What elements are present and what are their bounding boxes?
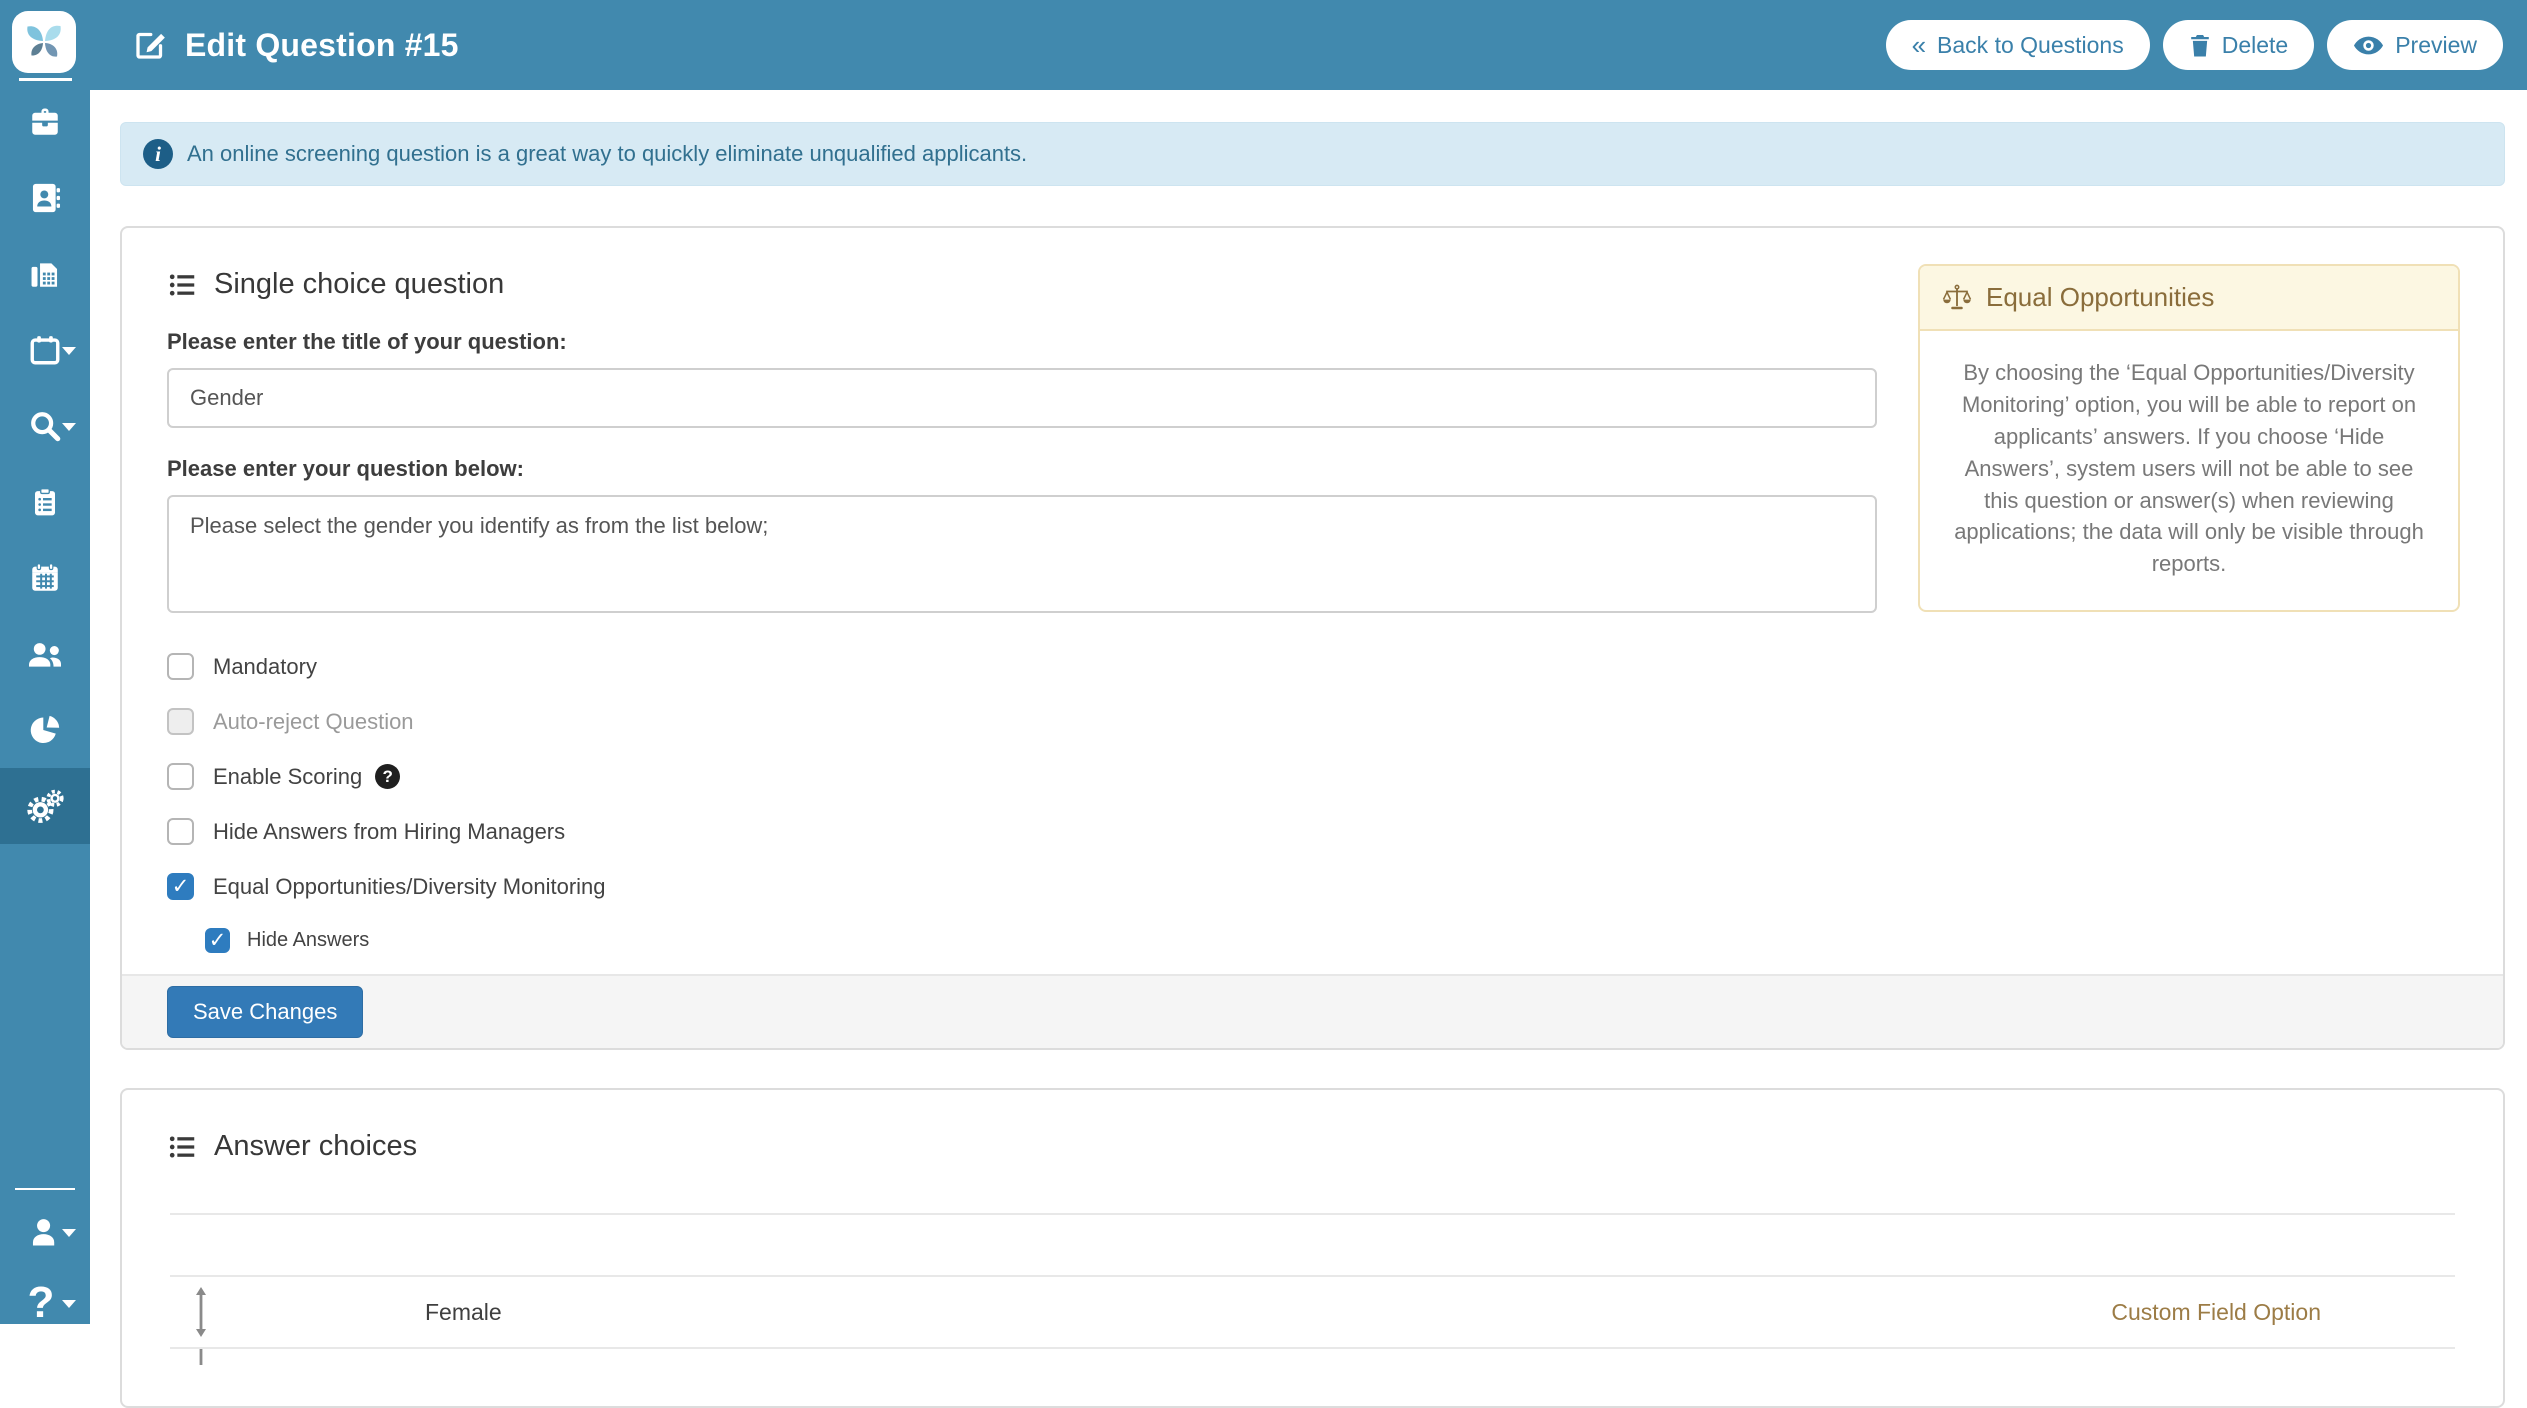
sidebar-item-help[interactable]: ?: [0, 1268, 90, 1338]
equal-opportunities-title: Equal Opportunities: [1986, 282, 2214, 313]
info-alert: i An online screening question is a grea…: [120, 122, 2505, 186]
save-changes-button[interactable]: Save Changes: [167, 986, 363, 1038]
caret-down-icon: [62, 1229, 76, 1237]
fax-icon: [27, 257, 63, 291]
clipboard-icon: [29, 485, 61, 519]
question-panel: Single choice question Please enter the …: [120, 226, 2505, 1050]
caret-down-icon: [62, 1300, 76, 1308]
auto-reject-checkbox: [167, 708, 194, 735]
equal-opportunities-checkbox[interactable]: [167, 873, 194, 900]
briefcase-icon: [27, 105, 63, 139]
question-title-label: Please enter the title of your question:: [167, 329, 1877, 355]
question-body-label: Please enter your question below:: [167, 456, 1877, 482]
custom-field-option-link[interactable]: Custom Field Option: [2111, 1299, 2321, 1326]
app-logo[interactable]: [12, 11, 76, 73]
angle-double-left-icon: «: [1912, 32, 1926, 58]
sidebar-item-people[interactable]: [0, 616, 90, 692]
answer-choices-panel: Answer choices Female Custom Field Optio…: [120, 1088, 2505, 1408]
caret-down-icon: [62, 347, 76, 355]
checkbox-row-mandatory: Mandatory: [167, 653, 1877, 680]
calendar-grid-icon: [28, 561, 62, 595]
calendar-outline-icon: [28, 333, 62, 367]
list-ul-icon: [167, 271, 197, 299]
sidebar-item-candidates[interactable]: [0, 160, 90, 236]
pie-chart-icon: [28, 713, 62, 747]
trash-icon: [2189, 33, 2211, 58]
checkbox-row-hide-from-managers: Hide Answers from Hiring Managers: [167, 818, 1877, 845]
hide-answers-checkbox[interactable]: [205, 928, 230, 953]
answer-row-female: Female Custom Field Option: [167, 1277, 2458, 1347]
answer-row-partial: [167, 1349, 2458, 1365]
users-icon: [26, 638, 64, 670]
arrows-vertical-icon[interactable]: [192, 1286, 210, 1338]
sidebar-item-fax[interactable]: [0, 236, 90, 312]
page-title-wrap: Edit Question #15: [132, 27, 459, 64]
answer-label: Female: [425, 1299, 502, 1326]
checkbox-row-auto-reject: Auto-reject Question: [167, 708, 1877, 735]
header-buttons: « Back to Questions Delete Preview: [1886, 20, 2503, 70]
sidebar-item-search[interactable]: [0, 388, 90, 464]
equal-opportunities-text: By choosing the ‘Equal Opportunities/Div…: [1920, 331, 2458, 610]
arrows-vertical-icon[interactable]: [192, 1357, 210, 1365]
back-to-questions-button[interactable]: « Back to Questions: [1886, 20, 2150, 70]
page-header: Edit Question #15 « Back to Questions De…: [90, 0, 2527, 90]
question-circle-icon[interactable]: ?: [375, 764, 400, 789]
info-alert-text: An online screening question is a great …: [187, 141, 1027, 167]
sidebar-item-events[interactable]: [0, 312, 90, 388]
mandatory-checkbox[interactable]: [167, 653, 194, 680]
sidebar-divider: [15, 1188, 75, 1190]
balance-scale-icon: [1942, 284, 1972, 312]
help-icon: ?: [28, 1281, 55, 1325]
sidebar-item-calendar[interactable]: [0, 540, 90, 616]
gears-icon: [25, 787, 65, 825]
equal-opportunities-header: Equal Opportunities: [1920, 266, 2458, 331]
sidebar-item-tasks[interactable]: [0, 464, 90, 540]
checkbox-row-hide-answers: Hide Answers: [205, 928, 1877, 953]
checkbox-row-equal-opportunities: Equal Opportunities/Diversity Monitoring: [167, 873, 1877, 900]
sidebar-item-settings[interactable]: [0, 768, 90, 844]
page-title: Edit Question #15: [185, 27, 459, 64]
caret-down-icon: [62, 423, 76, 431]
eye-icon: [2353, 35, 2384, 56]
sidebar: ?: [0, 0, 90, 1324]
equal-opportunities-box: Equal Opportunities By choosing the ‘Equ…: [1918, 264, 2460, 612]
question-options: Mandatory Auto-reject Question Enable Sc…: [167, 653, 1877, 953]
user-icon: [28, 1215, 62, 1249]
butterfly-logo-icon: [23, 22, 65, 62]
delete-button[interactable]: Delete: [2163, 20, 2314, 70]
sidebar-item-reports[interactable]: [0, 692, 90, 768]
edit-pencil-square-icon: [132, 27, 168, 63]
info-circle-icon: i: [143, 139, 173, 169]
sidebar-nav: [0, 84, 90, 844]
preview-button[interactable]: Preview: [2327, 20, 2503, 70]
enable-scoring-checkbox[interactable]: [167, 763, 194, 790]
checkbox-row-enable-scoring: Enable Scoring ?: [167, 763, 1877, 790]
question-title-input[interactable]: [167, 368, 1877, 428]
list-ul-icon: [167, 1133, 197, 1161]
question-panel-footer: Save Changes: [122, 974, 2503, 1048]
answer-choices-heading: Answer choices: [167, 1130, 2458, 1163]
hide-answers-managers-checkbox[interactable]: [167, 818, 194, 845]
address-book-icon: [27, 181, 63, 215]
search-icon: [28, 409, 62, 443]
sidebar-item-account[interactable]: [0, 1197, 90, 1267]
logo-divider: [19, 78, 72, 81]
sidebar-item-jobs[interactable]: [0, 84, 90, 160]
question-body-textarea[interactable]: Please select the gender you identify as…: [167, 495, 1877, 613]
